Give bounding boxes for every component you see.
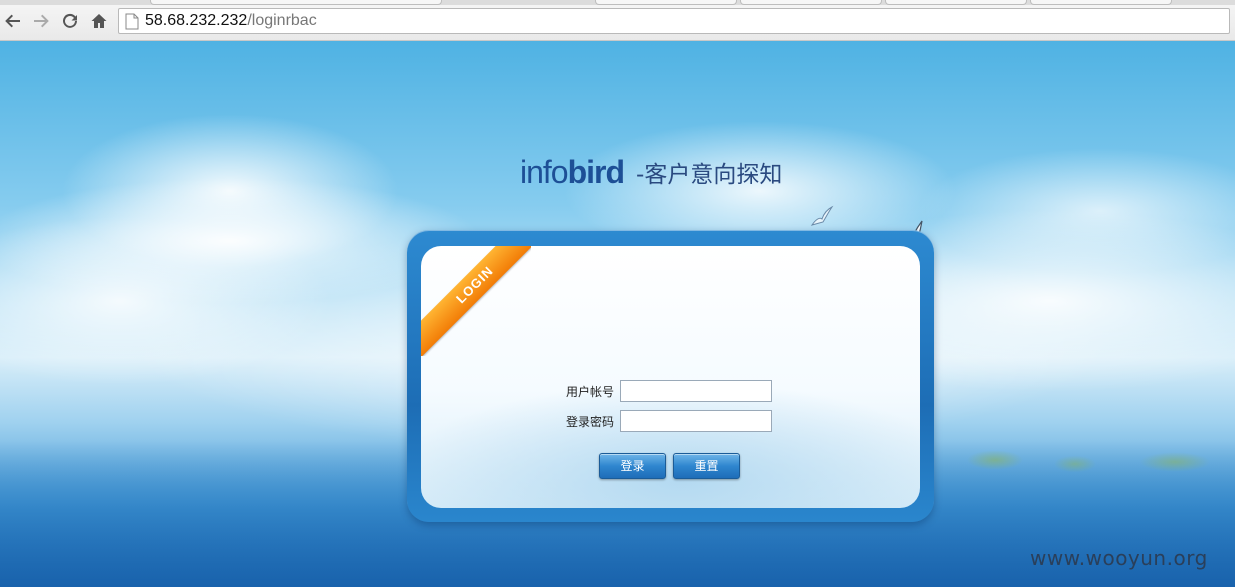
home-icon xyxy=(91,14,107,28)
browser-tab[interactable] xyxy=(740,0,882,5)
arrow-right-icon xyxy=(34,14,49,28)
forward-button[interactable] xyxy=(30,10,52,32)
browser-tab[interactable] xyxy=(1030,0,1172,5)
home-button[interactable] xyxy=(88,10,110,32)
watermark: www.wooyun.org xyxy=(1030,546,1208,570)
reload-button[interactable] xyxy=(59,10,81,32)
brand-info: info xyxy=(520,153,569,190)
login-ribbon-text: LOGIN xyxy=(421,246,531,356)
url-path: /loginrbac xyxy=(247,12,317,29)
browser-tab[interactable] xyxy=(885,0,1027,5)
site-logo: info bird -客户意向探知 xyxy=(520,152,782,192)
login-button[interactable]: 登录 xyxy=(599,453,666,479)
browser-tab[interactable] xyxy=(595,0,737,5)
page-icon xyxy=(125,13,139,30)
back-button[interactable] xyxy=(2,10,24,32)
arrow-left-icon xyxy=(5,14,20,28)
reset-button[interactable]: 重置 xyxy=(673,453,740,479)
brand-bird: bird xyxy=(567,153,625,190)
browser-tab[interactable] xyxy=(150,0,442,5)
seagull-small-icon xyxy=(810,205,834,226)
browser-toolbar: 58.68.232.232/loginrbac xyxy=(0,0,1235,41)
reload-icon xyxy=(63,13,77,28)
username-label: 用户帐号 xyxy=(565,384,614,399)
grass-decoration xyxy=(935,436,1235,474)
username-input[interactable] xyxy=(620,380,772,402)
url-text: 58.68.232.232/loginrbac xyxy=(145,12,317,30)
logo-tagline: -客户意向探知 xyxy=(636,162,783,188)
tab-strip xyxy=(0,0,1235,5)
password-input[interactable] xyxy=(620,410,772,432)
url-host: 58.68.232.232 xyxy=(145,12,248,29)
password-row: 登录密码 xyxy=(558,410,772,432)
username-row: 用户帐号 xyxy=(558,380,772,402)
login-ribbon: LOGIN xyxy=(421,246,531,356)
password-label: 登录密码 xyxy=(565,414,614,429)
address-bar[interactable]: 58.68.232.232/loginrbac xyxy=(118,8,1230,34)
